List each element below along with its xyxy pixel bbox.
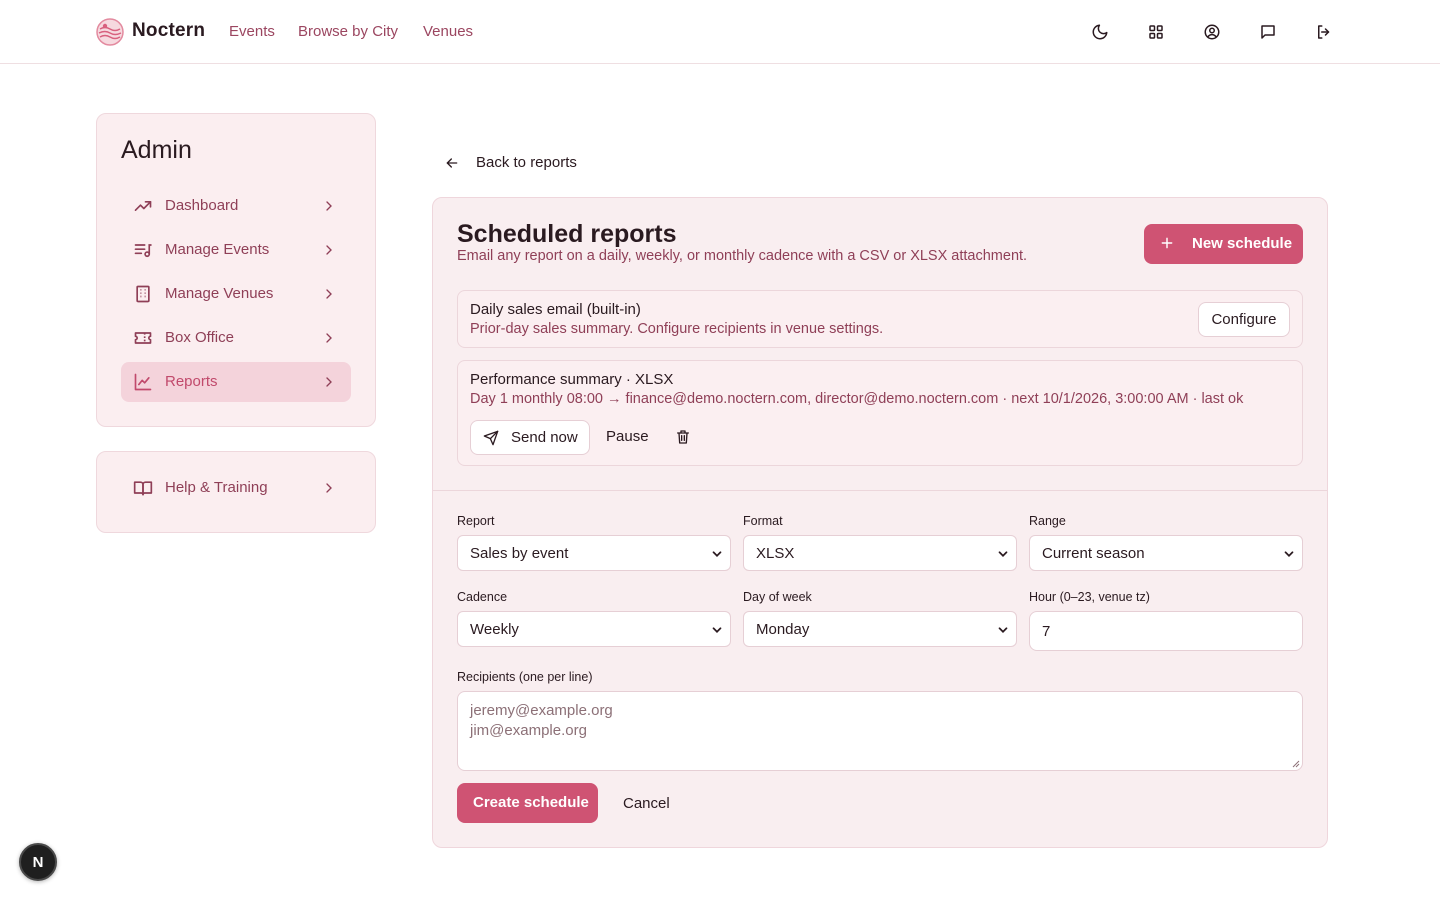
schedule-row: Performance summary · XLSX Day 1 monthly… (457, 360, 1303, 466)
sidebar-title: Admin (121, 136, 192, 164)
sidebar-item-label: Reports (165, 373, 218, 390)
chevron-right-icon (326, 201, 332, 211)
chevron-down-icon (712, 551, 722, 557)
sidebar-item-help-training[interactable]: Help & Training (121, 468, 351, 508)
dashboard-grid-icon[interactable] (1144, 20, 1168, 44)
chevron-down-icon (998, 551, 1008, 557)
new-schedule-label: New schedule (1192, 235, 1293, 252)
chevron-right-icon (326, 377, 332, 387)
back-to-reports-link[interactable]: Back to reports (444, 152, 577, 174)
brand-name[interactable]: Noctern (132, 20, 205, 42)
sidebar-item-label: Box Office (165, 329, 234, 346)
range-select[interactable]: Current season (1029, 535, 1303, 571)
recipient-line: jeremy@example.org (470, 702, 613, 719)
chevron-down-icon (998, 627, 1008, 633)
back-link-label: Back to reports (476, 154, 577, 171)
nav-link-events[interactable]: Events (229, 23, 275, 40)
sidebar-item-dashboard[interactable]: Dashboard (121, 186, 351, 226)
range-label: Range (1029, 514, 1066, 528)
music-list-icon (134, 244, 152, 258)
report-label: Report (457, 514, 495, 528)
sidebar-item-manage-events[interactable]: Manage Events (121, 230, 351, 270)
recipients-label: Recipients (one per line) (457, 670, 593, 684)
building-icon (136, 285, 150, 303)
resize-handle-icon[interactable] (1292, 760, 1300, 768)
send-now-button[interactable]: Send now (470, 420, 590, 455)
help-sidebar: Help & Training (96, 451, 376, 533)
send-now-label: Send now (511, 429, 578, 446)
format-select-value: XLSX (756, 545, 795, 562)
schedule-title: Performance summary · XLSX (470, 371, 674, 388)
sidebar-item-label: Manage Events (165, 241, 270, 258)
noctern-logo-icon[interactable] (96, 18, 124, 46)
sidebar-item-manage-venues[interactable]: Manage Venues (121, 274, 351, 314)
trash-icon[interactable] (675, 428, 691, 446)
account-circle-icon[interactable] (1200, 20, 1224, 44)
report-select-value: Sales by event (470, 545, 569, 562)
book-icon (133, 481, 153, 496)
sidebar-item-label: Help & Training (165, 479, 268, 496)
sidebar-item-reports[interactable]: Reports (121, 362, 351, 402)
dev-tools-badge[interactable]: N (19, 843, 57, 881)
chevron-right-icon (326, 483, 332, 493)
cadence-label: Cadence (457, 590, 508, 604)
recipients-textarea[interactable]: jeremy@example.org jim@example.org (457, 691, 1303, 771)
admin-sidebar: Admin Dashboard Manage Events Manage Ven… (96, 113, 376, 427)
top-navigation-bar: Noctern Events Browse by City Venues (0, 0, 1440, 64)
hour-input-value: 7 (1042, 623, 1051, 640)
logout-icon[interactable] (1312, 20, 1336, 44)
ticket-icon (134, 332, 152, 344)
nav-link-browse-by-city[interactable]: Browse by City (298, 23, 398, 40)
format-select[interactable]: XLSX (743, 535, 1017, 571)
arrow-left-icon (446, 158, 458, 168)
send-icon (483, 430, 499, 446)
hour-input[interactable]: 7 (1029, 611, 1303, 651)
chevron-down-icon (712, 627, 722, 633)
sidebar-item-label: Dashboard (165, 197, 239, 214)
chevron-right-icon (326, 289, 332, 299)
chevron-down-icon (1284, 551, 1294, 557)
day-of-week-label: Day of week (743, 590, 812, 604)
plus-icon (1161, 237, 1173, 249)
hour-label: Hour (0–23, venue tz) (1029, 590, 1150, 604)
builtin-schedule-desc: Prior-day sales summary. Configure recip… (470, 321, 884, 337)
line-chart-icon (134, 373, 152, 391)
scheduled-reports-card: Scheduled reports Email any report on a … (432, 197, 1328, 848)
cancel-button[interactable]: Cancel (623, 795, 670, 812)
schedule-desc: Day 1 monthly 08:00 → finance@demo.nocte… (470, 391, 1244, 407)
builtin-schedule-row: Daily sales email (built-in) Prior-day s… (457, 290, 1303, 348)
message-icon[interactable] (1256, 20, 1280, 44)
cadence-select[interactable]: Weekly (457, 611, 731, 647)
create-schedule-button[interactable]: Create schedule (457, 783, 598, 823)
chevron-right-icon (326, 333, 332, 343)
page-subtitle: Email any report on a daily, weekly, or … (457, 248, 1028, 264)
configure-button[interactable]: Configure (1198, 302, 1290, 337)
format-label: Format (743, 514, 783, 528)
report-select[interactable]: Sales by event (457, 535, 731, 571)
nav-link-venues[interactable]: Venues (423, 23, 473, 40)
recipient-line: jim@example.org (470, 722, 587, 739)
section-divider (433, 490, 1327, 491)
sidebar-item-label: Manage Venues (165, 285, 274, 302)
cadence-select-value: Weekly (470, 621, 519, 638)
moon-icon[interactable] (1088, 20, 1112, 44)
new-schedule-button[interactable]: New schedule (1144, 224, 1303, 264)
day-of-week-select[interactable]: Monday (743, 611, 1017, 647)
sidebar-item-box-office[interactable]: Box Office (121, 318, 351, 358)
day-of-week-select-value: Monday (756, 621, 810, 638)
pause-button[interactable]: Pause (606, 428, 649, 445)
range-select-value: Current season (1042, 545, 1145, 562)
create-schedule-label: Create schedule (473, 794, 589, 811)
page-title: Scheduled reports (457, 220, 677, 248)
builtin-schedule-title: Daily sales email (built-in) (470, 301, 641, 318)
trend-up-icon (134, 201, 152, 211)
chevron-right-icon (326, 245, 332, 255)
